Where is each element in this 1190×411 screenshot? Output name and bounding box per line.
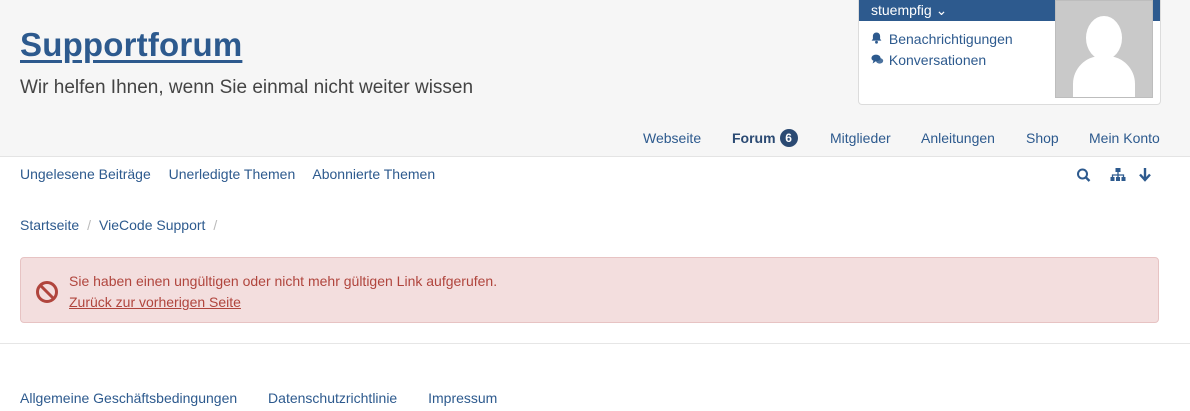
nav-item-webseite[interactable]: Webseite: [643, 128, 701, 148]
footer-agb[interactable]: Allgemeine Geschäftsbedingungen: [20, 390, 237, 406]
user-panel: stuempfig ⌄ Benachrichtigungen Konversat…: [858, 0, 1161, 105]
site-tagline: Wir helfen Ihnen, wenn Sie einmal nicht …: [20, 77, 474, 98]
sitemap-icon[interactable]: [1110, 166, 1128, 184]
nav-item-mitglieder[interactable]: Mitglieder: [830, 128, 891, 148]
user-links: Benachrichtigungen Konversationen: [871, 29, 1013, 71]
bell-icon: [871, 31, 885, 52]
subnav-subscribed[interactable]: Abonnierte Themen: [312, 166, 435, 182]
notifications-link[interactable]: Benachrichtigungen: [871, 29, 1013, 50]
search-icon[interactable]: [1076, 166, 1094, 184]
conversations-link[interactable]: Konversationen: [871, 50, 1013, 71]
chevron-down-icon: ⌄: [935, 2, 948, 18]
subnav-unsolved[interactable]: Unerledigte Themen: [169, 166, 296, 182]
back-link[interactable]: Zurück zur vorherigen Seite: [69, 294, 241, 310]
forbidden-icon: [35, 280, 59, 304]
sub-nav: Ungelesene Beiträge Unerledigte Themen A…: [20, 166, 449, 182]
breadcrumb-home[interactable]: Startseite: [20, 217, 79, 233]
nav-item-mein-konto[interactable]: Mein Konto: [1089, 128, 1160, 148]
main-nav: Webseite Forum 6 Mitglieder Anleitungen S…: [0, 128, 1190, 148]
avatar-body-shape: [1073, 56, 1135, 97]
username[interactable]: stuempfig ⌄: [871, 0, 947, 20]
header: Supportforum Wir helfen Ihnen, wenn Sie …: [0, 0, 1190, 157]
nav-item-anleitungen[interactable]: Anleitungen: [921, 128, 995, 148]
site-logo[interactable]: Supportforum: [20, 26, 242, 64]
footer-privacy[interactable]: Datenschutzrichtlinie: [268, 390, 397, 406]
breadcrumb-separator: /: [87, 217, 92, 233]
nav-item-forum[interactable]: Forum 6: [732, 128, 798, 148]
breadcrumb-separator: /: [213, 217, 218, 233]
avatar-head-shape: [1086, 16, 1122, 60]
footer-links: Allgemeine Geschäftsbedingungen Datensch…: [20, 390, 524, 406]
chat-icon: [871, 52, 885, 73]
nav-item-shop[interactable]: Shop: [1026, 128, 1059, 148]
alert-message: Sie haben einen ungültigen oder nicht me…: [69, 273, 498, 289]
avatar[interactable]: [1055, 0, 1153, 98]
breadcrumb-viecode-support[interactable]: VieCode Support: [99, 217, 205, 233]
footer-impressum[interactable]: Impressum: [428, 390, 497, 406]
breadcrumb: Startseite / VieCode Support /: [20, 217, 225, 233]
arrow-down-icon[interactable]: [1138, 166, 1156, 184]
footer-divider: [0, 343, 1190, 344]
error-alert: Sie haben einen ungültigen oder nicht me…: [20, 257, 1159, 323]
forum-badge: 6: [779, 129, 798, 147]
subnav-unread[interactable]: Ungelesene Beiträge: [20, 166, 151, 182]
